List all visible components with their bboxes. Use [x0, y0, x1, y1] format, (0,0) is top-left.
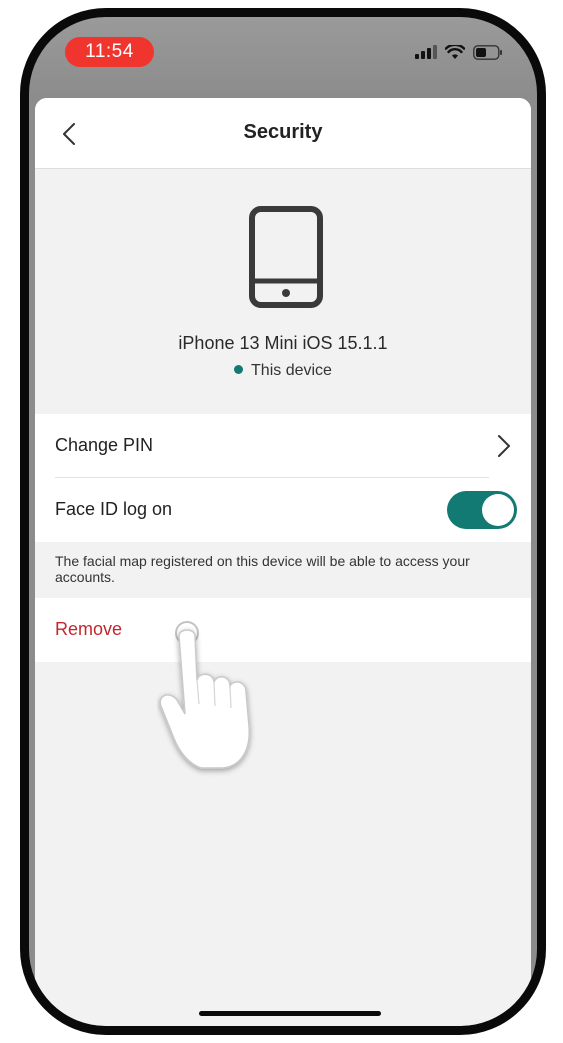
status-icons [415, 42, 503, 62]
face-id-row: Face ID log on [55, 478, 531, 541]
face-id-helper-text: The facial map registered on this device… [55, 553, 470, 585]
device-name: iPhone 13 Mini iOS 15.1.1 [178, 333, 388, 353]
toggle-knob [482, 494, 514, 526]
smartphone-icon [249, 206, 323, 308]
change-pin-row[interactable]: Change PIN [55, 414, 531, 477]
nav-bar: Security [35, 98, 531, 169]
status-dot [234, 365, 244, 374]
status-time: 11:54 [65, 37, 154, 67]
home-indicator[interactable] [199, 1011, 381, 1016]
screen: 11:54 Security iPhone 13 Mini iOS 15.1.1… [29, 17, 537, 1026]
remove-label: Remove [55, 619, 123, 639]
change-pin-label: Change PIN [55, 435, 154, 455]
remove-group: Remove [35, 598, 531, 662]
chevron-right-icon [498, 435, 510, 457]
device-status: This device [35, 362, 531, 380]
battery-icon [473, 44, 502, 60]
wifi-icon [445, 44, 465, 59]
remove-button[interactable]: Remove [55, 598, 531, 661]
face-id-toggle[interactable] [447, 491, 517, 529]
status-bar: 11:54 [29, 17, 537, 97]
device-status-label: This device [251, 362, 332, 379]
phone-frame: 11:54 Security iPhone 13 Mini iOS 15.1.1… [20, 8, 546, 1035]
settings-group: Change PIN Face ID log on [35, 414, 531, 542]
signal-icon [415, 45, 437, 59]
security-sheet: Security iPhone 13 Mini iOS 15.1.1 This … [35, 98, 531, 1026]
page-title: Security [243, 121, 323, 143]
